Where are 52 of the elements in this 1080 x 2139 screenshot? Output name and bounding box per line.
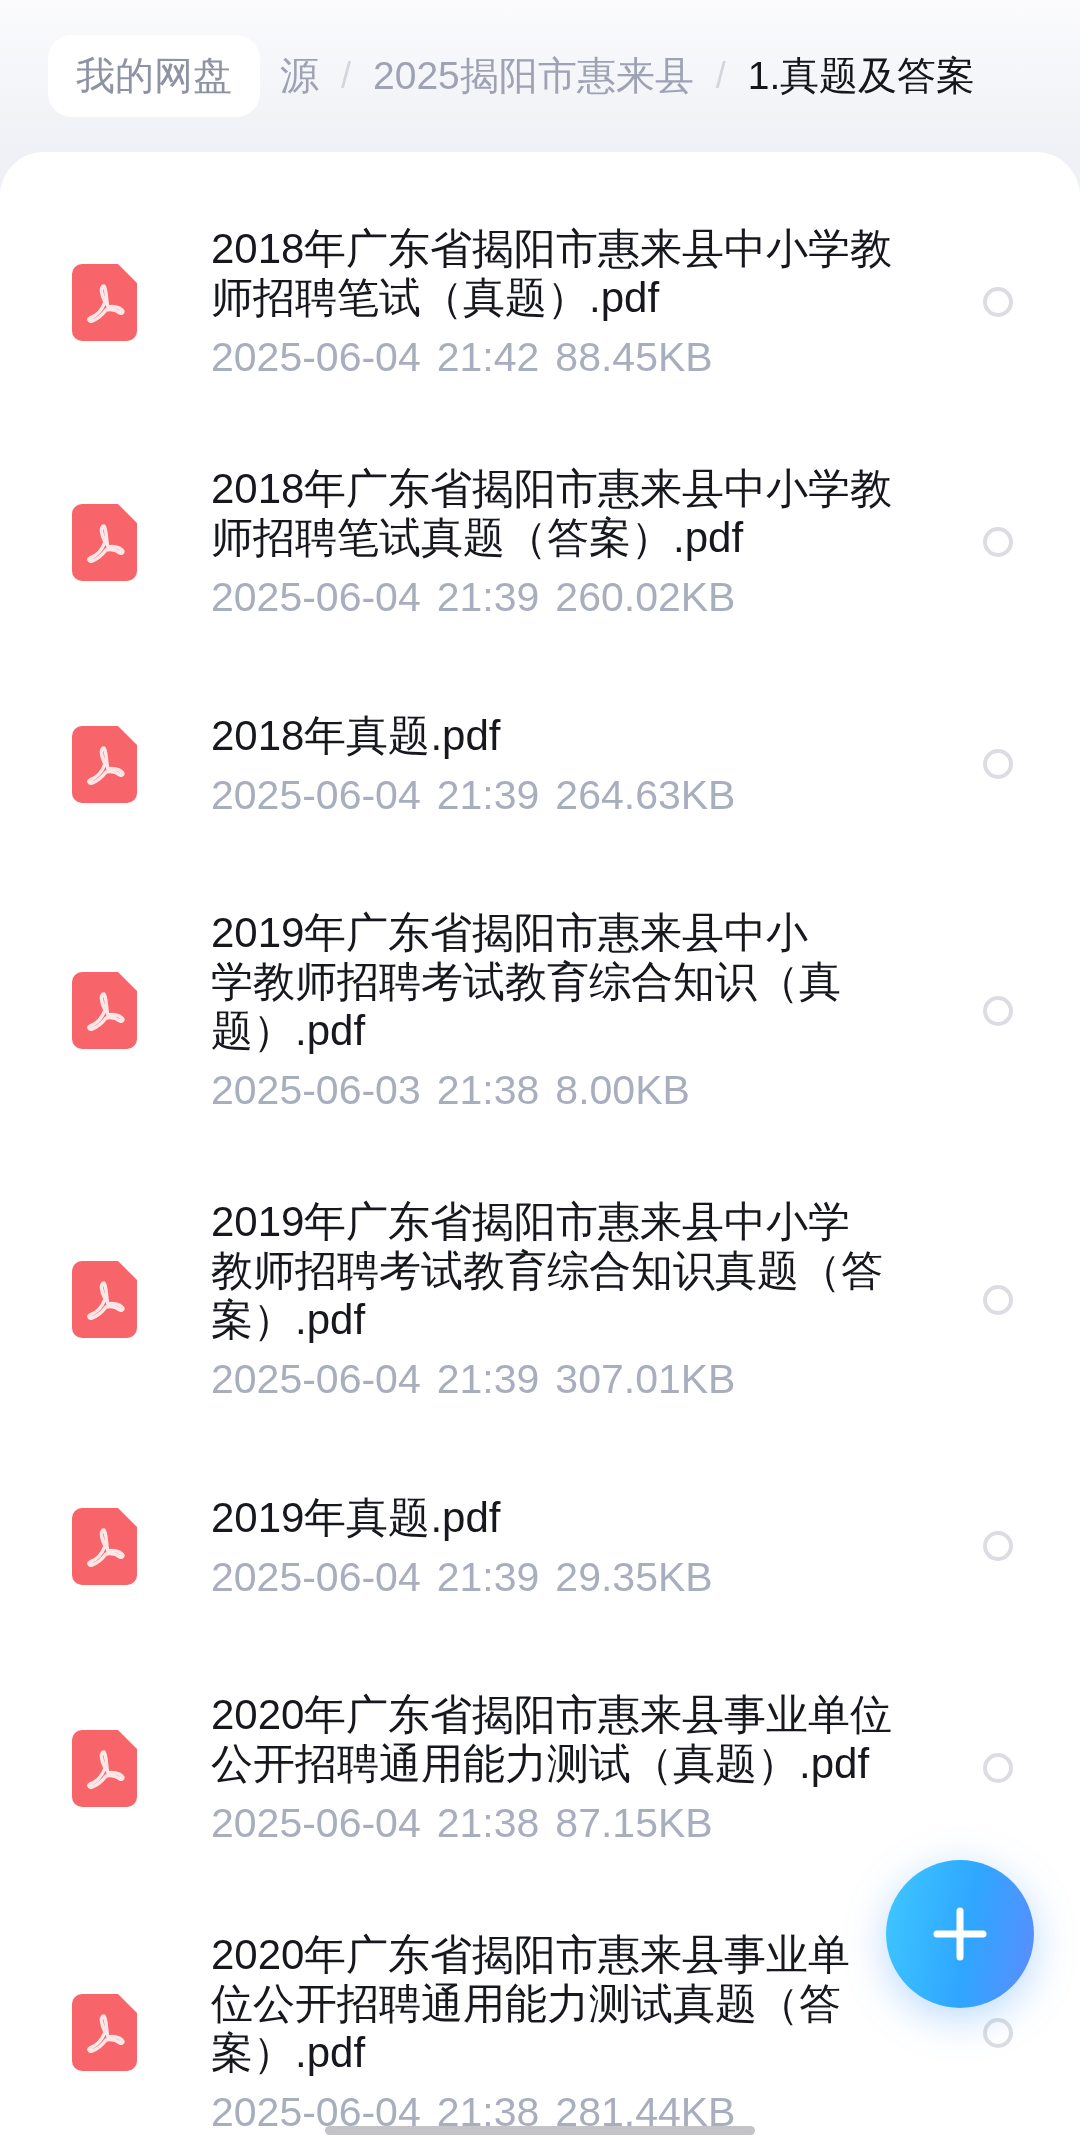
file-size: 29.35KB xyxy=(555,1554,713,1600)
file-date: 2025-06-04 xyxy=(211,1357,421,1402)
pdf-file-icon xyxy=(72,1729,137,1807)
file-date: 2025-06-04 xyxy=(211,1801,421,1846)
file-time: 21:42 xyxy=(436,335,540,380)
plus-icon xyxy=(933,1907,987,1961)
select-radio[interactable] xyxy=(983,1531,1013,1561)
file-size: 307.01KB xyxy=(555,1357,736,1402)
pdf-file-icon xyxy=(72,972,137,1049)
pdf-file-icon xyxy=(72,725,137,803)
file-date: 2025-06-04 xyxy=(211,575,421,620)
file-name[interactable]: 2019年真题.pdf xyxy=(211,1492,501,1542)
select-radio[interactable] xyxy=(983,995,1013,1026)
file-size: 8.00KB xyxy=(555,1068,690,1113)
file-name[interactable]: 2020年广东省揭阳市惠来县事业单位 公开招聘通用能力测试（真题）.pdf xyxy=(211,1690,893,1788)
file-time: 21:39 xyxy=(436,1554,540,1600)
file-name[interactable]: 2018年广东省揭阳市惠来县中小学教 师招聘笔试（真题）.pdf xyxy=(211,224,893,322)
pdf-file-icon xyxy=(72,263,137,341)
file-date: 2025-06-04 xyxy=(211,335,421,380)
breadcrumb-separator: / xyxy=(341,55,351,97)
file-date: 2025-06-04 xyxy=(211,2090,421,2135)
select-radio[interactable] xyxy=(983,749,1013,779)
select-radio[interactable] xyxy=(983,287,1013,317)
breadcrumb-separator: / xyxy=(715,55,726,97)
pdf-file-icon xyxy=(72,1994,137,2071)
pdf-file-icon xyxy=(72,1507,137,1585)
file-name[interactable]: 2020年广东省揭阳市惠来县事业单 位公开招聘通用能力测试真题（答 案）.pdf xyxy=(211,1930,851,2077)
file-name[interactable]: 2019年广东省揭阳市惠来县中小 学教师招聘考试教育综合知识（真 题）.pdf xyxy=(211,908,841,1055)
select-radio[interactable] xyxy=(983,527,1013,557)
pdf-file-icon xyxy=(72,503,137,581)
select-radio[interactable] xyxy=(983,1753,1013,1783)
file-size: 260.02KB xyxy=(555,575,736,620)
file-time: 21:39 xyxy=(436,772,540,818)
file-size: 87.15KB xyxy=(555,1801,713,1846)
file-time: 21:38 xyxy=(436,1068,540,1113)
file-time: 21:38 xyxy=(436,2090,540,2135)
file-time: 21:39 xyxy=(436,1357,540,1402)
file-name[interactable]: 2018年广东省揭阳市惠来县中小学教 师招聘笔试真题（答案）.pdf xyxy=(211,464,893,562)
select-radio[interactable] xyxy=(983,1284,1013,1315)
file-size: 281.44KB xyxy=(555,2090,736,2135)
file-name[interactable]: 2019年广东省揭阳市惠来县中小学 教师招聘考试教育综合知识真题（答 案）.pdf xyxy=(211,1197,883,1344)
pdf-file-icon xyxy=(72,1261,137,1338)
file-date: 2025-06-04 xyxy=(211,1554,421,1600)
file-time: 21:39 xyxy=(436,575,540,620)
select-radio[interactable] xyxy=(983,2017,1013,2048)
breadcrumb-current: 1.真题及答案 xyxy=(747,53,976,99)
file-time: 21:38 xyxy=(436,1801,540,1846)
file-size: 264.63KB xyxy=(555,772,736,818)
file-size: 88.45KB xyxy=(555,335,713,380)
file-name[interactable]: 2018年真题.pdf xyxy=(211,710,501,760)
file-date: 2025-06-04 xyxy=(211,772,421,818)
file-date: 2025-06-03 xyxy=(211,1068,421,1113)
